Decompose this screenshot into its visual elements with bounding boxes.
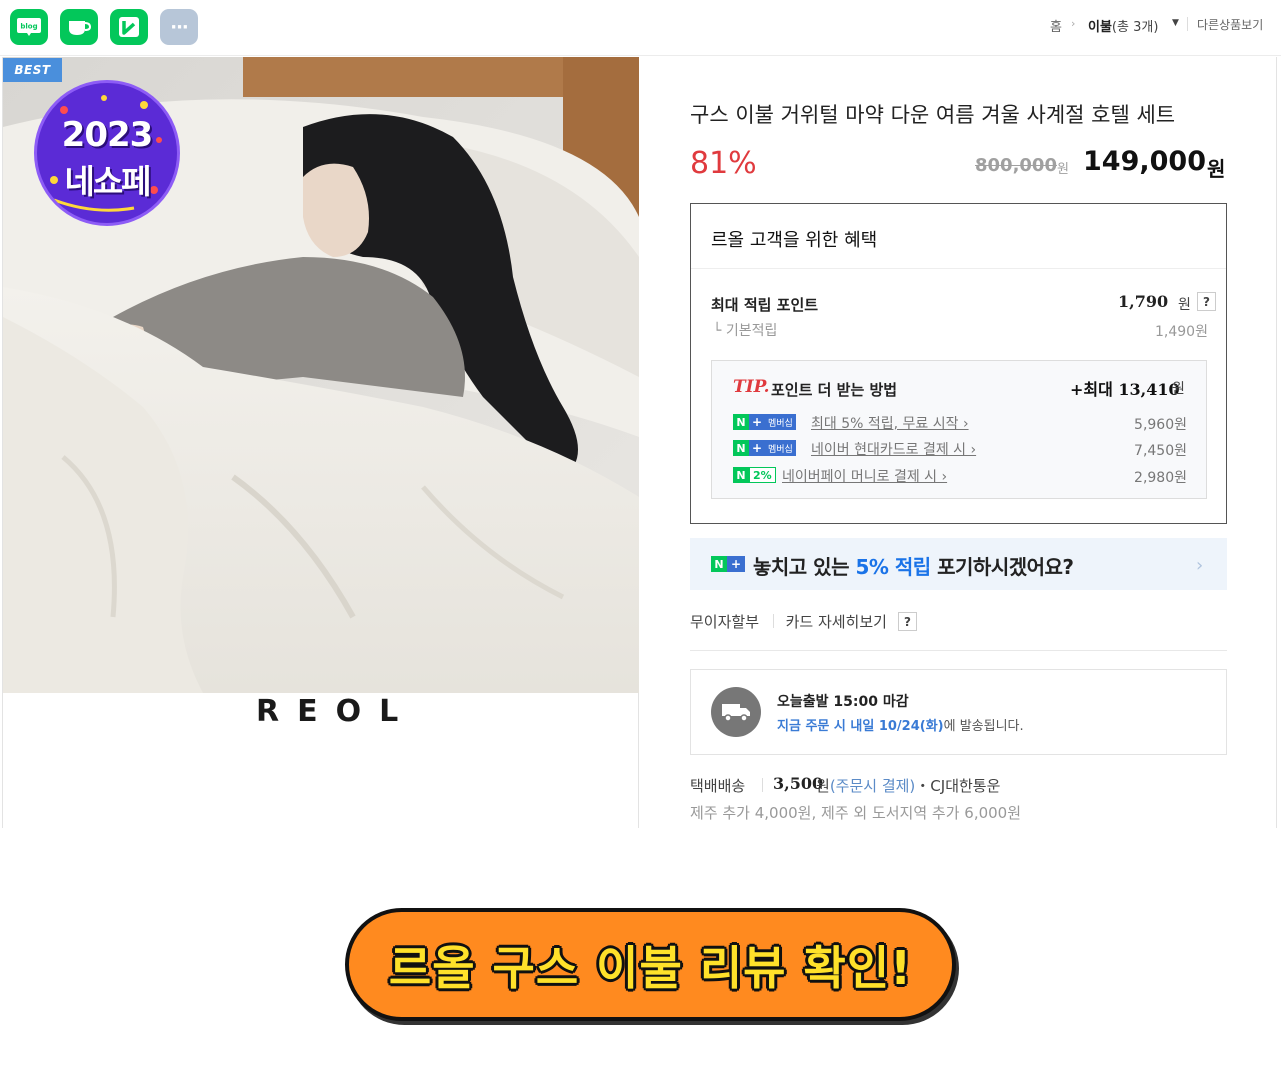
tip-description: 포인트 더 받는 방법	[771, 381, 898, 399]
divider	[1276, 57, 1277, 828]
membership-label: 멤버십	[765, 440, 796, 456]
tip-max-unit: 원	[1172, 381, 1185, 397]
breadcrumb-current-label: 이불	[1088, 20, 1112, 35]
promo-text: 놓치고 있는 5% 적립 포기하시겠어요?	[753, 551, 1074, 580]
max-points-label: 최대 적립 포인트	[711, 296, 819, 314]
max-points-value: 1,790	[1118, 292, 1169, 311]
top-bar: blog ··· 홈 › 이불(총 3개) ▼ 다른상품보기	[0, 0, 1281, 56]
plus-icon: +	[727, 556, 745, 572]
shipping-title: 오늘출발 15:00 마감	[777, 694, 909, 710]
delivery-carrier: ・CJ대한통운	[915, 777, 1001, 795]
plus-icon: +	[749, 440, 765, 456]
tip-link[interactable]: 네이버 현대카드로 결제 시 ›	[811, 439, 976, 459]
benefit-title: 르올 고객을 위한 혜택	[711, 230, 878, 251]
delivery-pay-link[interactable]: (주문시 결제)	[830, 777, 915, 795]
other-products-link[interactable]: 다른상품보기	[1197, 16, 1263, 36]
help-icon[interactable]: ?	[1197, 292, 1216, 311]
membership-label: 멤버십	[765, 414, 796, 430]
badge-event: 네쇼페	[64, 162, 151, 201]
tip-amount: 7,450원	[1134, 443, 1187, 459]
delivery-extra-fee: 제주 추가 4,000원, 제주 외 도서지역 추가 6,000원	[690, 804, 1022, 822]
truck-icon	[711, 687, 761, 737]
original-price: 800,000	[975, 155, 1057, 176]
delivery-details: 원(주문시 결제)・CJ대한통운	[816, 775, 1000, 796]
sale-price-unit: 원	[1207, 157, 1226, 181]
tip-amount: 2,980원	[1134, 470, 1187, 486]
divider	[773, 614, 774, 628]
promo-text-after: 포기하시겠어요?	[930, 555, 1074, 579]
divider	[1187, 17, 1188, 31]
svg-text:blog: blog	[20, 23, 37, 31]
tip-link[interactable]: 최대 5% 적립, 무료 시작 ›	[811, 413, 969, 433]
divider	[691, 268, 1226, 269]
percent-label: 2%	[749, 467, 776, 483]
membership-promo-banner[interactable]: N + 놓치고 있는 5% 적립 포기하시겠어요?	[690, 538, 1227, 590]
product-title: 구스 이불 거위털 마약 다운 여름 겨울 사계절 호텔 세트	[690, 103, 1176, 127]
naver-n-icon: N	[733, 467, 749, 483]
membership-badge: N + 멤버십	[733, 440, 796, 456]
shipping-rest: 에 발송됩니다.	[943, 719, 1024, 734]
promo-text-before: 놓치고 있는	[753, 555, 856, 579]
delivery-method: 택배배송	[690, 777, 746, 795]
event-badge: 2023 네쇼페	[34, 80, 180, 226]
card-links: 무이자할부 카드 자세히보기	[690, 611, 887, 632]
promo-highlight: 5% 적립	[855, 555, 931, 579]
divider	[690, 650, 1227, 651]
help-icon[interactable]: ?	[898, 612, 917, 631]
tip-max-value: +최대 13,410	[1070, 380, 1180, 399]
shipping-info-box: 오늘출발 15:00 마감 지금 주문 시 내일 10/24(화)에 발송됩니다…	[690, 669, 1227, 755]
base-points-label: └ 기본적립	[713, 323, 778, 339]
brand-logo-text: REOL	[256, 694, 417, 729]
band-share-button[interactable]	[110, 9, 148, 45]
band-icon	[119, 17, 139, 37]
review-cta-button[interactable]: 르올 구스 이불 리뷰 확인!	[345, 908, 956, 1021]
tip-box: TIP. 포인트 더 받는 방법 +최대 13,410 원 N + 멤버십 최대…	[711, 360, 1207, 499]
cafe-share-button[interactable]	[60, 9, 98, 45]
max-points-unit: 원	[1178, 297, 1191, 313]
best-badge: BEST	[3, 58, 62, 82]
breadcrumb-current[interactable]: 이불(총 3개)	[1088, 16, 1158, 36]
chevron-right-icon[interactable]: ›	[1196, 555, 1203, 576]
tip-row[interactable]: N 2% 네이버페이 머니로 결제 시 › 2,980원	[733, 465, 1187, 486]
breadcrumb-count: (총 3개)	[1111, 20, 1159, 35]
naver-n-icon: N	[711, 556, 727, 572]
badge-year: 2023	[61, 115, 154, 155]
tip-label: TIP.	[733, 377, 770, 397]
divider	[762, 778, 763, 792]
plus-icon: +	[749, 414, 765, 430]
tip-row[interactable]: N + 멤버십 네이버 현대카드로 결제 시 › 7,450원	[733, 438, 1187, 459]
tip-row[interactable]: N + 멤버십 최대 5% 적립, 무료 시작 › 5,960원	[733, 412, 1187, 433]
tip-amount: 5,960원	[1134, 417, 1187, 433]
more-icon: ···	[170, 16, 188, 38]
blog-share-button[interactable]: blog	[10, 9, 48, 45]
original-price-unit: 원	[1057, 162, 1069, 177]
blog-icon: blog	[17, 18, 41, 36]
tip-link[interactable]: 네이버페이 머니로 결제 시 ›	[782, 466, 947, 486]
naver-n-icon: N	[733, 414, 749, 430]
breadcrumb-chevron-icon: ›	[1071, 17, 1076, 30]
sale-price: 149,000	[1083, 146, 1206, 177]
cafe-cup-icon	[69, 21, 91, 35]
card-detail-link[interactable]: 카드 자세히보기	[786, 613, 887, 631]
delivery-fee-unit: 원	[816, 777, 830, 795]
naver-n-icon: N	[733, 440, 749, 456]
installment-link[interactable]: 무이자할부	[690, 613, 759, 631]
breadcrumb-home[interactable]: 홈	[1050, 16, 1062, 36]
discount-rate: 81%	[690, 146, 757, 181]
membership-badge: N + 멤버십	[733, 414, 796, 430]
base-points-value: 1,490원	[1155, 324, 1208, 340]
benefit-box: 르올 고객을 위한 혜택 최대 적립 포인트 1,790 원 ? └ 기본적립 …	[690, 203, 1227, 524]
shipping-description: 지금 주문 시 내일 10/24(화)에 발송됩니다.	[777, 715, 1024, 734]
chevron-down-icon[interactable]: ▼	[1172, 18, 1179, 28]
more-share-button[interactable]: ···	[160, 9, 198, 45]
shipping-date: 지금 주문 시 내일 10/24(화)	[777, 719, 944, 734]
cta-label: 르올 구스 이불 리뷰 확인!	[388, 940, 913, 995]
naverpay-badge: N 2%	[733, 467, 776, 483]
